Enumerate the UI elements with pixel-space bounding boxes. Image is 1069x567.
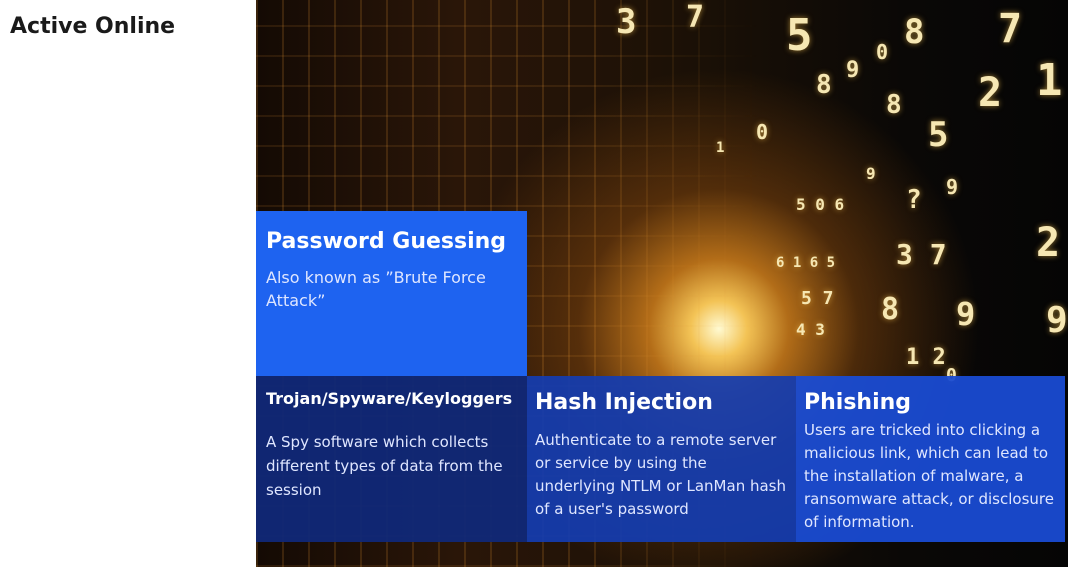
- hash-injection-desc: Authenticate to a remote server or servi…: [535, 431, 786, 518]
- digit-glyph: 9: [946, 175, 959, 199]
- digit-glyph: 5: [786, 10, 813, 61]
- digit-glyph: 8: [816, 70, 832, 100]
- phishing-title: Phishing: [804, 390, 912, 415]
- digit-glyph: 0: [756, 120, 769, 144]
- digit-glyph: ?: [906, 185, 922, 215]
- digit-glyph: 2: [978, 70, 1003, 116]
- digit-glyph: 8: [881, 292, 900, 327]
- hash-injection-title: Hash Injection: [535, 390, 713, 415]
- digit-glyph: 9: [1046, 300, 1068, 341]
- digit-glyph: 1: [1036, 55, 1063, 106]
- digit-glyph: 5 0 6: [796, 195, 845, 214]
- digit-glyph: 4 3: [796, 320, 825, 339]
- digit-glyph: 1 2: [906, 345, 946, 370]
- phishing-card: Phishing Users are tricked into clicking…: [796, 376, 1065, 542]
- digit-glyph: 3: [616, 2, 637, 42]
- digit-glyph: 2: [1036, 220, 1061, 266]
- trojan-card: Trojan/Spyware/Keyloggers A Spy software…: [256, 376, 527, 542]
- digit-glyph: 1: [716, 140, 725, 156]
- page-title: Active Online: [10, 14, 176, 39]
- digit-glyph: 9: [866, 164, 876, 183]
- password-guessing-card: Password Guessing Also known as ”Brute F…: [256, 211, 527, 376]
- digit-glyph: 6 1 6 5: [776, 255, 836, 271]
- digit-glyph: 3 7: [896, 238, 947, 271]
- trojan-desc: A Spy software which collects different …: [266, 433, 503, 499]
- digit-glyph: 9: [956, 295, 976, 333]
- password-guessing-title: Password Guessing: [266, 229, 507, 254]
- hash-injection-card: Hash Injection Authenticate to a remote …: [527, 376, 796, 542]
- digit-glyph: 5: [928, 115, 949, 155]
- digit-glyph: 7: [998, 6, 1023, 52]
- phishing-desc: Users are tricked into clicking a malici…: [804, 421, 1054, 531]
- trojan-title: Trojan/Spyware/Keyloggers: [266, 389, 513, 408]
- digit-glyph: 8: [904, 12, 925, 52]
- digit-glyph: 0: [876, 40, 889, 64]
- password-guessing-desc: Also known as ”Brute Force Attack”: [266, 268, 486, 310]
- digit-glyph: 8: [886, 90, 902, 120]
- digit-glyph: 7: [686, 0, 705, 35]
- digit-glyph: 9: [846, 58, 860, 83]
- digit-glyph: 5 7: [801, 288, 834, 309]
